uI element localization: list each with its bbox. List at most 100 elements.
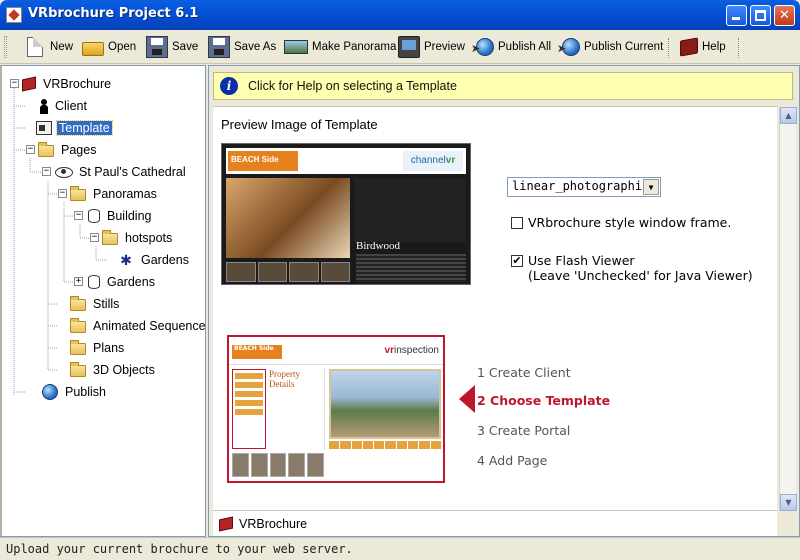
help-banner[interactable]: i Click for Help on selecting a Template — [213, 72, 793, 100]
tree-item-panoramas[interactable]: Panoramas — [70, 185, 159, 203]
preview-brand: channelvr — [403, 151, 463, 171]
tree-label-st-pauls: St Paul's Cathedral — [79, 165, 186, 179]
help-book-icon — [680, 37, 698, 57]
tree-item-pages[interactable]: Pages — [38, 141, 98, 159]
publish-all-label: Publish All — [498, 41, 552, 53]
tree-label-building: Building — [107, 209, 152, 223]
make-panorama-label: Make Panorama — [312, 41, 397, 53]
wizard-header: BEACH Side vrinspection — [229, 337, 443, 365]
tree-label-3d-objects: 3D Objects — [93, 363, 155, 377]
window-frame-option[interactable]: VRbrochure style window frame. — [511, 215, 731, 230]
preview-photo — [226, 178, 350, 258]
tree-item-hotspots[interactable]: hotspots — [102, 229, 174, 247]
wizard-step-4: 4 Add Page — [477, 453, 548, 468]
tree-item-gardens[interactable]: Gardens — [88, 273, 157, 291]
help-label: Help — [702, 41, 726, 53]
tree-collapse-root[interactable]: − — [10, 79, 19, 88]
info-icon: i — [220, 77, 238, 95]
tree-item-animated-sequence[interactable]: Animated Sequence — [70, 317, 208, 335]
toolbar-grip[interactable] — [4, 36, 7, 58]
help-button[interactable]: Help — [678, 34, 728, 60]
save-button[interactable]: Save — [144, 34, 200, 60]
save-label: Save — [172, 41, 199, 53]
flash-viewer-checkbox[interactable]: ✔ — [511, 255, 523, 267]
template-select[interactable]: linear_photographic ▼ — [507, 177, 661, 197]
preview-description — [356, 254, 466, 282]
tree-item-stills[interactable]: Stills — [70, 295, 121, 313]
app-icon[interactable] — [6, 7, 22, 23]
section-title: Preview Image of Template — [221, 117, 378, 132]
folder-icon — [70, 186, 86, 201]
chevron-down-icon[interactable]: ▼ — [643, 179, 659, 195]
scroll-up-button[interactable]: ▲ — [780, 107, 797, 124]
tree-collapse-hotspots[interactable]: − — [90, 233, 99, 242]
flash-viewer-option[interactable]: ✔ Use Flash Viewer (Leave 'Unchecked' fo… — [511, 253, 753, 283]
template-select-value: linear_photographic — [512, 179, 650, 193]
tree-label-template: Template — [56, 120, 113, 136]
preview-title: Birdwood — [356, 240, 400, 252]
wizard-brand: vrinspection — [385, 345, 439, 356]
publish-current-button[interactable]: Publish Current — [557, 34, 665, 60]
tree-item-publish[interactable]: Publish — [42, 383, 108, 401]
tree-label-gardens: Gardens — [107, 275, 155, 289]
globe-icon — [42, 384, 58, 400]
wizard-photo — [329, 369, 441, 439]
folder-icon — [70, 362, 86, 377]
template-content: Preview Image of Template BEACH Side cha… — [213, 106, 797, 511]
preview-side-panel — [354, 178, 466, 242]
tree-collapse-page[interactable]: − — [42, 167, 51, 176]
tree-item-template[interactable]: Template — [36, 119, 113, 137]
folder-icon — [38, 142, 54, 157]
hotspot-icon: ✱ — [120, 252, 132, 268]
tree-collapse-building[interactable]: − — [74, 211, 83, 220]
vertical-scrollbar[interactable]: ▲ ▼ — [779, 107, 797, 511]
tree-item-hotspot-gardens[interactable]: ✱ Gardens — [118, 251, 191, 269]
close-button[interactable]: ✕ — [774, 5, 795, 26]
project-tree[interactable]: − VRBrochure Client Template − Pages − S… — [0, 65, 206, 537]
globe-publish-icon — [471, 38, 494, 56]
save-as-button[interactable]: Save As — [206, 34, 278, 60]
tree-item-st-pauls[interactable]: St Paul's Cathedral — [54, 163, 188, 181]
tree-collapse-panoramas[interactable]: − — [58, 189, 67, 198]
window-frame-label: VRbrochure style window frame. — [528, 215, 732, 230]
wizard-step-3: 3 Create Portal — [477, 423, 571, 438]
wizard-brand-accent: inspection — [393, 345, 439, 356]
wizard-step-2: 2 Choose Template — [477, 393, 611, 408]
tree-item-3d-objects[interactable]: 3D Objects — [70, 361, 157, 379]
open-button[interactable]: Open — [80, 34, 138, 60]
maximize-button[interactable] — [750, 5, 771, 26]
title-bar[interactable]: VRbrochure Project 6.1 ✕ — [0, 0, 800, 30]
window-frame-checkbox[interactable] — [511, 217, 523, 229]
wizard-logo: BEACH Side — [232, 345, 282, 359]
toolbar-separator-end — [738, 38, 739, 58]
save-as-icon — [208, 36, 230, 58]
tree-label-hotspots: hotspots — [125, 231, 173, 245]
tree-item-vrbrochure[interactable]: VRBrochure — [22, 75, 113, 93]
scroll-down-button[interactable]: ▼ — [780, 494, 797, 511]
tree-item-plans[interactable]: Plans — [70, 339, 126, 357]
minimize-button[interactable] — [726, 5, 747, 26]
tree-expand-gardens[interactable]: + — [74, 277, 83, 286]
preview-thumbnails — [226, 262, 350, 282]
preview-button[interactable]: Preview — [396, 34, 467, 60]
tree-item-client[interactable]: Client — [40, 97, 89, 115]
tree-item-building[interactable]: Building — [88, 207, 153, 225]
tree-label-pages: Pages — [61, 143, 97, 157]
maximize-icon — [755, 10, 766, 21]
new-button[interactable]: New — [22, 34, 75, 60]
tree-label-plans: Plans — [93, 341, 125, 355]
window-title: VRbrochure Project 6.1 — [28, 6, 199, 21]
person-icon — [40, 99, 48, 114]
preview-logo: BEACH Side — [228, 151, 298, 171]
tree-label-stills: Stills — [93, 297, 120, 311]
current-step-arrow-icon — [459, 385, 475, 413]
save-icon — [146, 36, 168, 58]
tree-collapse-pages[interactable]: − — [26, 145, 35, 154]
make-panorama-button[interactable]: Make Panorama — [282, 34, 398, 60]
preview-logo-text: BEACH Side — [231, 155, 279, 164]
folder-icon — [70, 296, 86, 311]
save-as-label: Save As — [234, 41, 277, 53]
preview-header: BEACH Side channelvr — [226, 148, 466, 174]
panorama-icon — [284, 40, 308, 54]
publish-all-button[interactable]: Publish All — [471, 34, 553, 60]
